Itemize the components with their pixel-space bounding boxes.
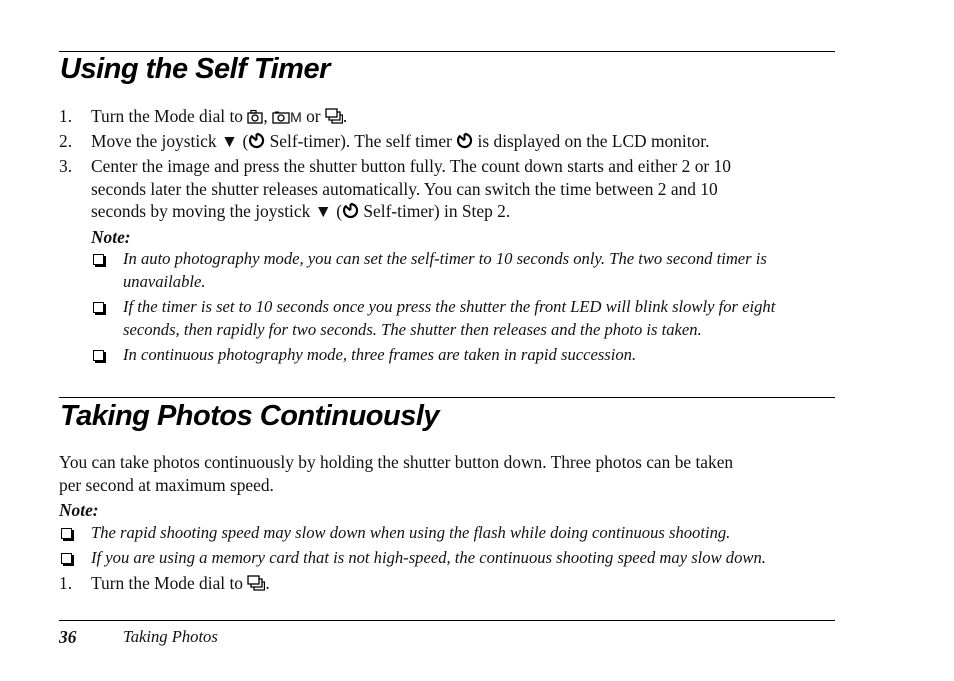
note-item: If you are using a memory card that is n… <box>91 548 766 567</box>
self-timer-icon <box>342 202 359 223</box>
body-paragraph-continued: per second at maximum speed. <box>59 475 274 495</box>
step-3-line-3: seconds by moving the joystick ▼ ( Self-… <box>91 201 511 223</box>
checkbox-bullet-icon <box>93 254 104 265</box>
camera-manual-icon <box>272 108 290 128</box>
checkbox-bullet-icon <box>93 302 104 313</box>
step-3-line-2: seconds later the shutter releases autom… <box>91 179 718 199</box>
note-item-continued: seconds, then rapidly for two seconds. T… <box>123 320 702 339</box>
section-title-self-timer: Using the Self Timer <box>60 53 330 85</box>
self-timer-icon <box>456 132 473 153</box>
note-label: Note: <box>59 500 99 520</box>
note-item: If the timer is set to 10 seconds once y… <box>123 297 776 316</box>
section-title-continuous: Taking Photos Continuously <box>60 400 440 432</box>
checkbox-bullet-icon <box>61 528 72 539</box>
body-paragraph: You can take photos continuously by hold… <box>59 452 734 472</box>
section-divider <box>59 51 835 52</box>
continuous-shooting-icon <box>325 108 344 128</box>
note-item-continued: unavailable. <box>123 272 206 291</box>
note-label: Note: <box>91 227 131 247</box>
self-timer-icon <box>248 132 265 153</box>
continuous-shooting-icon <box>247 575 266 595</box>
camera-auto-icon <box>247 108 264 128</box>
page-number: 36 <box>59 627 77 647</box>
checkbox-bullet-icon <box>93 350 104 361</box>
note-item: The rapid shooting speed may slow down w… <box>91 523 731 542</box>
checkbox-bullet-icon <box>61 553 72 564</box>
footer-section-title: Taking Photos <box>123 627 218 646</box>
footer-divider <box>59 620 835 621</box>
note-item: In continuous photography mode, three fr… <box>123 345 637 364</box>
section-divider <box>59 397 835 398</box>
note-item: In auto photography mode, you can set th… <box>123 249 767 268</box>
